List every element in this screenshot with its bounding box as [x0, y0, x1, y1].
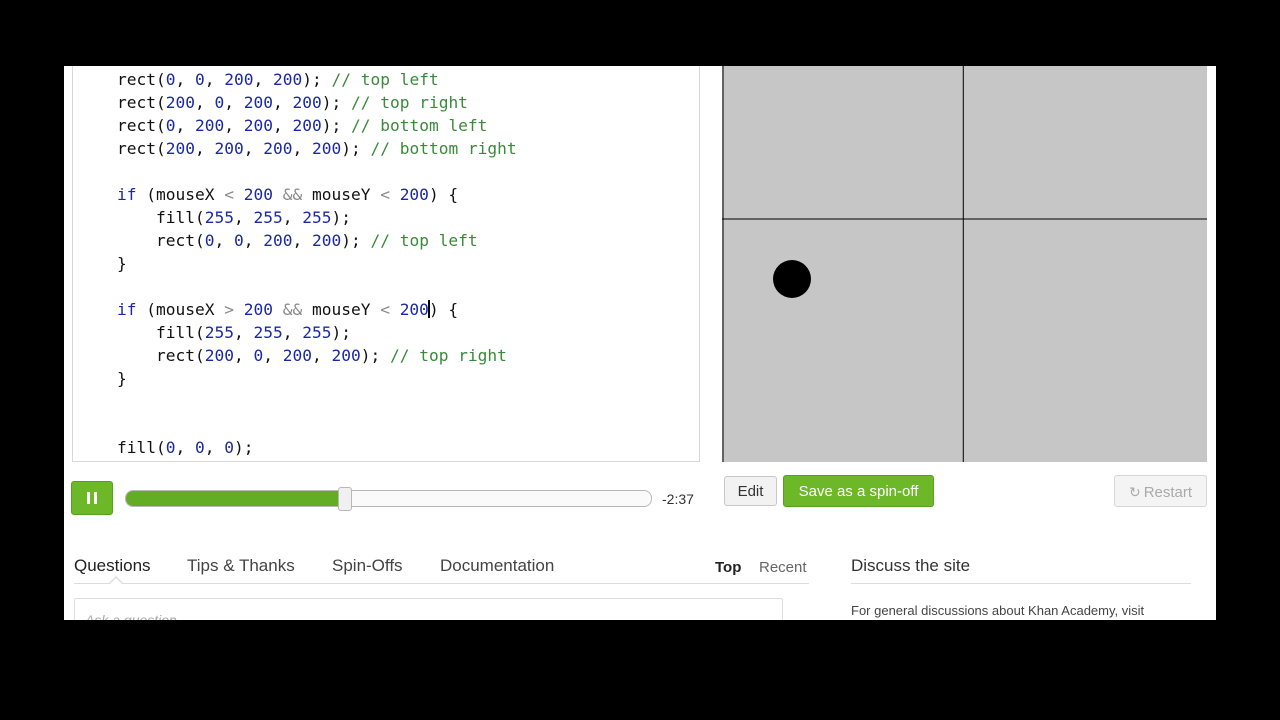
- time-remaining: -2:37: [662, 491, 694, 507]
- code-line: }: [117, 369, 127, 388]
- sort-top[interactable]: Top: [715, 559, 741, 576]
- pause-button[interactable]: [71, 481, 113, 515]
- canvas-drawing: [722, 66, 1207, 462]
- restart-button[interactable]: ↻ Restart: [1114, 475, 1207, 507]
- code-line: fill(255, 255, 255);: [117, 208, 351, 227]
- tab-documentation[interactable]: Documentation: [440, 556, 554, 576]
- code-line: rect(0, 0, 200, 200); // top left: [117, 231, 478, 250]
- tab-spin-offs[interactable]: Spin-Offs: [332, 556, 403, 576]
- active-tab-indicator-inner: [110, 578, 122, 584]
- discuss-title: Discuss the site: [851, 556, 971, 575]
- ask-question-input[interactable]: Ask a question...: [74, 598, 783, 620]
- code-line: rect(200, 0, 200, 200); // top right: [117, 93, 468, 112]
- code-line: fill(0, 0, 0);: [117, 438, 254, 457]
- tab-tips-thanks[interactable]: Tips & Thanks: [187, 556, 295, 576]
- code-text[interactable]: rect(0, 0, 200, 200); // top left rect(20…: [117, 68, 517, 459]
- progress-thumb[interactable]: [338, 487, 353, 511]
- code-line: }: [117, 254, 127, 273]
- save-spinoff-button[interactable]: Save as a spin-off: [783, 475, 934, 507]
- progress-track[interactable]: [125, 490, 652, 507]
- app-frame: rect(0, 0, 200, 200); // top left rect(20…: [64, 66, 1216, 620]
- code-editor[interactable]: rect(0, 0, 200, 200); // top left rect(20…: [72, 66, 700, 462]
- pause-icon: [87, 492, 90, 504]
- sort-recent[interactable]: Recent: [759, 559, 807, 576]
- code-line: rect(0, 0, 200, 200); // top left: [117, 70, 439, 89]
- pause-icon-bar: [94, 492, 97, 504]
- edit-button[interactable]: Edit: [724, 476, 777, 506]
- code-line: rect(200, 0, 200, 200); // top right: [117, 346, 507, 365]
- code-line: if (mouseX < 200 && mouseY < 200) {: [117, 185, 459, 204]
- discuss-divider: [851, 583, 1191, 584]
- code-line: if (mouseX > 200 && mouseY < 200) {: [117, 300, 459, 319]
- code-line: rect(0, 200, 200, 200); // bottom left: [117, 116, 488, 135]
- code-line: fill(255, 255, 255);: [117, 323, 351, 342]
- tab-divider: [74, 583, 809, 584]
- refresh-icon: ↻: [1128, 484, 1141, 500]
- discuss-text: For general discussions about Khan Acade…: [851, 603, 1145, 618]
- output-canvas[interactable]: [722, 66, 1207, 462]
- progress-fill: [126, 491, 342, 506]
- code-line: rect(200, 200, 200, 200); // bottom righ…: [117, 139, 517, 158]
- restart-label: Restart: [1143, 484, 1193, 501]
- mouse-ball: [773, 260, 811, 298]
- ask-placeholder: Ask a question...: [85, 612, 189, 620]
- tab-questions[interactable]: Questions: [74, 556, 151, 576]
